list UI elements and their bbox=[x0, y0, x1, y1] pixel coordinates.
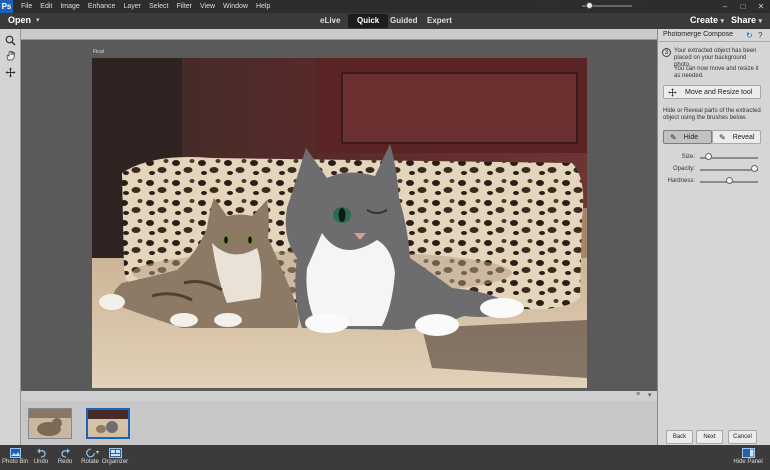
share-button[interactable]: Share ▾ bbox=[731, 15, 762, 25]
move-tool-icon[interactable] bbox=[3, 65, 18, 80]
panel-title: Photomerge Compose bbox=[663, 31, 734, 38]
next-button[interactable]: Next bbox=[696, 430, 723, 444]
zoom-tool-icon[interactable] bbox=[3, 33, 18, 48]
minimize-icon[interactable]: – bbox=[716, 0, 734, 13]
brush-icon: ✎ bbox=[719, 132, 726, 142]
hardness-label: Hardness: bbox=[667, 178, 695, 184]
share-label: Share bbox=[731, 15, 757, 25]
photo-bin-label: Photo Bin bbox=[1, 459, 29, 465]
bin-menu-icon[interactable]: ≡ bbox=[636, 391, 640, 398]
tab-expert[interactable]: Expert bbox=[418, 14, 461, 28]
hide-panel-label: Hide Panel bbox=[733, 459, 763, 465]
menu-help[interactable]: Help bbox=[256, 3, 270, 10]
menu-edit[interactable]: Edit bbox=[40, 3, 52, 10]
photo-bin-icon bbox=[9, 448, 21, 458]
organizer-label: Organizer bbox=[101, 459, 129, 465]
options-bar bbox=[21, 29, 657, 40]
close-icon[interactable]: ✕ bbox=[752, 0, 770, 13]
menu-window[interactable]: Window bbox=[223, 3, 248, 10]
toolbox bbox=[0, 29, 21, 445]
panel-divider bbox=[657, 41, 770, 42]
zoom-label: Zoom: bbox=[542, 1, 560, 7]
reveal-brush-button[interactable]: ✎ Reveal bbox=[712, 130, 761, 144]
chevron-down-icon[interactable]: ▾ bbox=[36, 16, 40, 24]
photo-bin bbox=[21, 401, 657, 445]
size-label: Size: bbox=[681, 154, 695, 160]
hide-reveal-instructions: Hide or Reveal parts of the extracted ob… bbox=[663, 108, 761, 121]
composite-photo[interactable] bbox=[92, 58, 587, 388]
move-resize-tool-button[interactable]: Move and Resize tool bbox=[663, 85, 761, 99]
undo-icon bbox=[36, 448, 46, 458]
create-button[interactable]: Create ▾ bbox=[690, 15, 724, 25]
create-label: Create bbox=[690, 15, 719, 25]
reset-icon[interactable]: ↻ bbox=[746, 31, 753, 40]
organizer-button[interactable]: Organizer bbox=[100, 445, 130, 470]
menu-bar: Ps File Edit Image Enhance Layer Select … bbox=[0, 0, 770, 13]
zoom-slider-handle[interactable] bbox=[586, 2, 593, 9]
menu-view[interactable]: View bbox=[200, 3, 215, 10]
organizer-icon bbox=[108, 448, 122, 458]
hide-brush-button[interactable]: ✎ Hide bbox=[663, 130, 712, 144]
rotate-label: Rotate bbox=[81, 459, 99, 465]
move-resize-label: Move and Resize tool bbox=[685, 88, 753, 96]
menu-filter[interactable]: Filter bbox=[176, 3, 192, 10]
redo-icon bbox=[60, 448, 70, 458]
menu-image[interactable]: Image bbox=[60, 3, 79, 10]
hand-tool-icon[interactable] bbox=[3, 48, 18, 63]
mode-bar: Open ▾ eLive Quick Guided Expert Create … bbox=[0, 13, 770, 29]
back-button[interactable]: Back bbox=[666, 430, 693, 444]
chevron-down-icon: ▾ bbox=[720, 18, 725, 25]
brush-icon: ✎ bbox=[670, 132, 677, 142]
photo-title: Final bbox=[93, 49, 104, 55]
opacity-slider[interactable] bbox=[700, 169, 758, 171]
hide-label: Hide bbox=[683, 133, 699, 141]
menu-layer[interactable]: Layer bbox=[123, 3, 141, 10]
step-instructions-move: You can now move and resize it as needed… bbox=[674, 66, 759, 79]
photo-bin-header: ≡ ▾ bbox=[21, 391, 657, 401]
opacity-label: Opacity: bbox=[672, 166, 695, 172]
move-icon bbox=[668, 87, 677, 97]
redo-label: Redo bbox=[57, 459, 73, 465]
hide-panel-button[interactable]: Hide Panel bbox=[733, 445, 763, 470]
hardness-slider-handle[interactable] bbox=[725, 177, 733, 184]
zoom-value: 33% bbox=[636, 1, 649, 7]
chevron-down-icon: ▾ bbox=[758, 18, 763, 25]
panel-icon bbox=[741, 448, 755, 458]
photo-thumbnail-kitten[interactable] bbox=[28, 408, 72, 439]
chevron-down-icon[interactable]: ▾ bbox=[648, 391, 652, 399]
opacity-slider-handle[interactable] bbox=[751, 165, 758, 172]
tab-elive[interactable]: eLive bbox=[311, 14, 349, 28]
open-button[interactable]: Open bbox=[8, 15, 31, 25]
rotate-icon bbox=[85, 448, 95, 458]
menu-select[interactable]: Select bbox=[149, 3, 168, 10]
cancel-button[interactable]: Cancel bbox=[728, 430, 757, 444]
help-icon[interactable]: ? bbox=[758, 31, 762, 40]
maximize-icon[interactable]: □ bbox=[734, 0, 752, 13]
menu-file[interactable]: File bbox=[21, 3, 32, 10]
reveal-label: Reveal bbox=[732, 133, 755, 141]
photo-thumbnail-composite[interactable] bbox=[86, 408, 130, 439]
app-logo: Ps bbox=[0, 0, 13, 13]
menu-enhance[interactable]: Enhance bbox=[88, 3, 116, 10]
chevron-down-icon[interactable]: ▾ bbox=[96, 449, 99, 456]
step-number-badge: 3 bbox=[662, 48, 671, 57]
undo-label: Undo bbox=[33, 459, 49, 465]
